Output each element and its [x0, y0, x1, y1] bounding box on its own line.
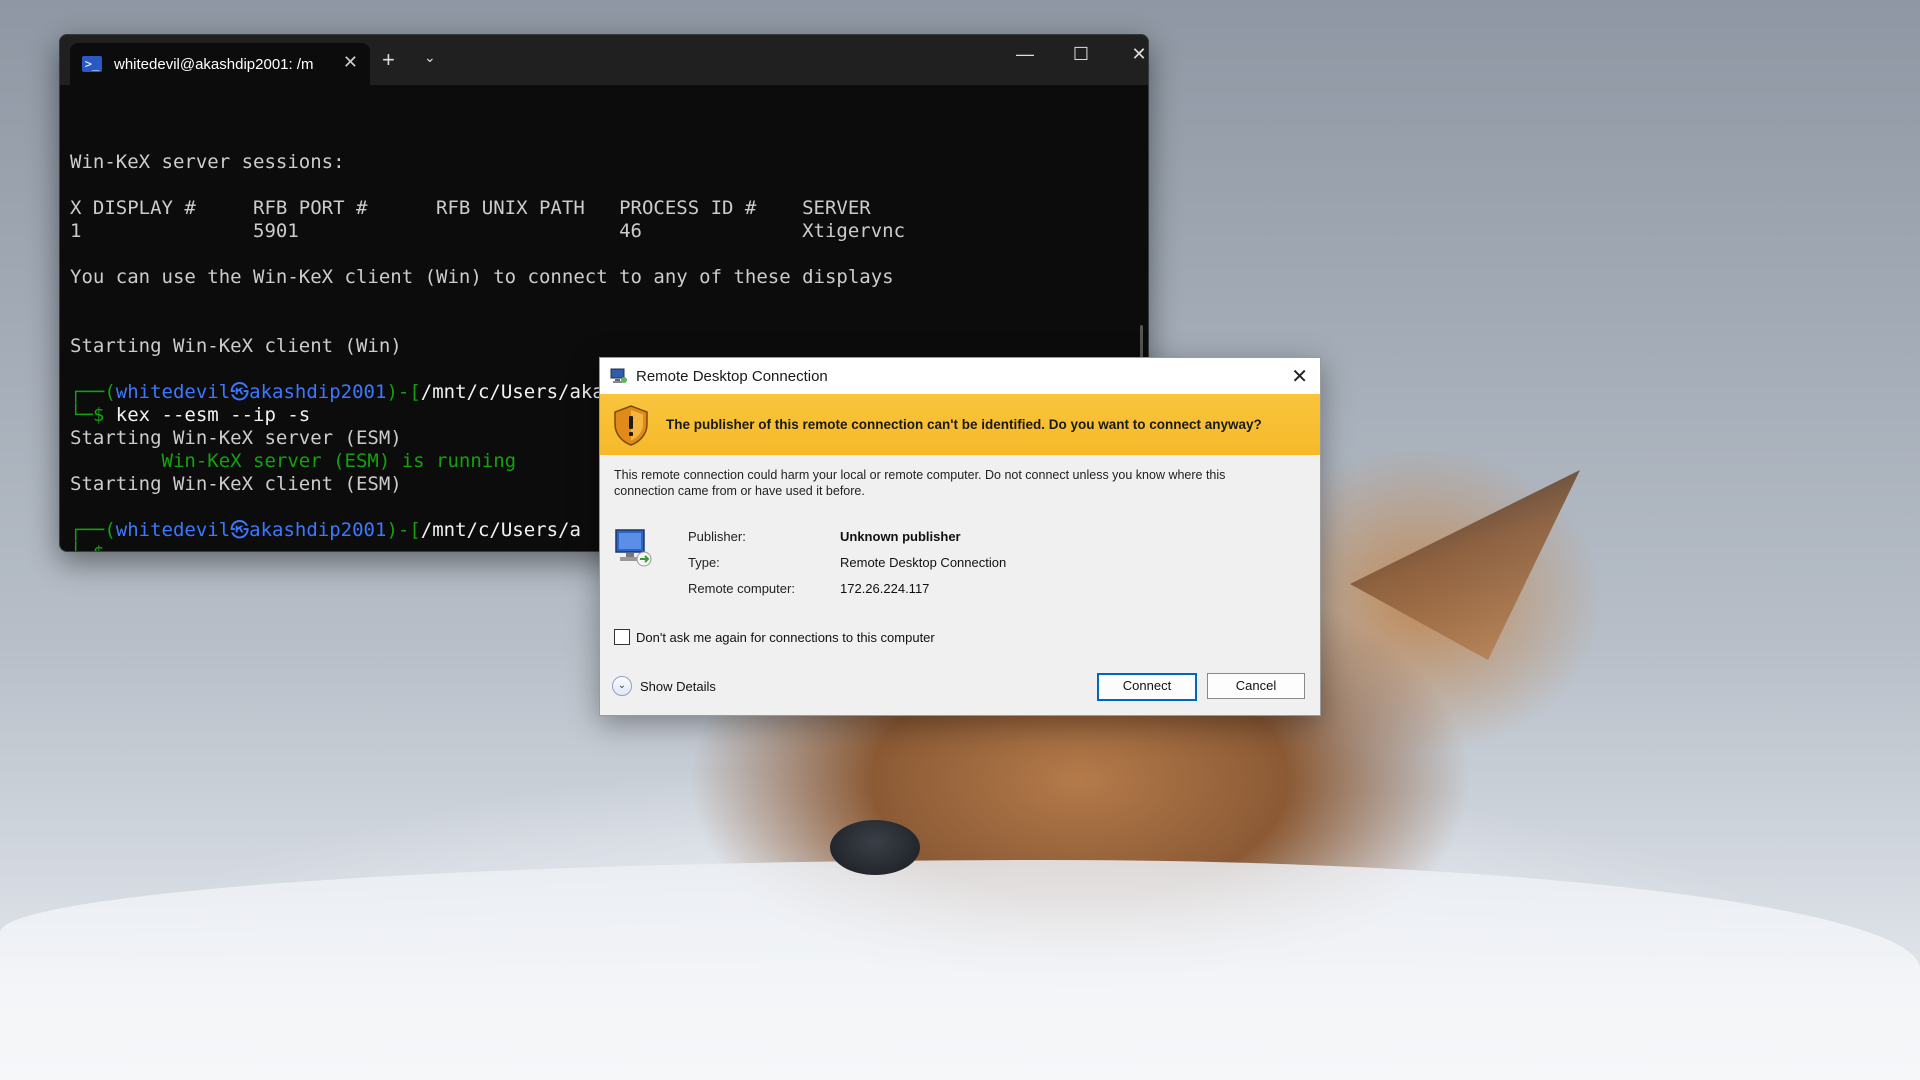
rdp-app-icon	[610, 368, 627, 383]
close-icon[interactable]: ✕	[1116, 44, 1148, 65]
cancel-button[interactable]: Cancel	[1207, 673, 1305, 699]
close-icon[interactable]: ✕	[1291, 364, 1308, 389]
rdp-dialog: Remote Desktop Connection ✕ The publishe…	[599, 357, 1321, 716]
dont-ask-again-row[interactable]: Don't ask me again for connections to th…	[614, 629, 935, 645]
terminal-line: Starting Win-KeX server (ESM)	[70, 427, 402, 449]
prompt-path: /mnt/c/Users/a	[420, 519, 581, 541]
terminal-titlebar[interactable]: >_ whitedevil@akashdip2001: /m ✕ + ⌄ — ☐…	[60, 35, 1148, 85]
prompt-sep: )-[	[386, 519, 421, 541]
wallpaper-snow	[0, 860, 1920, 1080]
connect-button[interactable]: Connect	[1097, 673, 1197, 701]
show-details-label[interactable]: Show Details	[640, 679, 716, 694]
dont-ask-again-checkbox[interactable]	[614, 629, 630, 645]
plus-icon[interactable]: +	[382, 47, 395, 73]
publisher-value: Unknown publisher	[840, 529, 961, 544]
remote-computer-value: 172.26.224.117	[840, 581, 930, 596]
warning-text: The publisher of this remote connection …	[666, 417, 1262, 432]
prompt-sep: )-[	[386, 381, 421, 403]
remote-computer-label: Remote computer:	[688, 581, 795, 596]
terminal-tab[interactable]: >_ whitedevil@akashdip2001: /m ✕	[70, 43, 370, 85]
prompt-user: whitedevil㉿akashdip2001	[115, 519, 387, 541]
minimize-icon[interactable]: —	[1002, 44, 1048, 65]
command-text: kex --esm --ip -s	[104, 404, 311, 426]
shield-warning-icon	[614, 404, 648, 446]
computer-icon	[615, 529, 652, 567]
terminal-prompt: ┌──(whitedevil㉿akashdip2001)-[/mnt/c/Use…	[70, 519, 581, 542]
dialog-titlebar[interactable]: Remote Desktop Connection ✕	[600, 358, 1320, 394]
warning-description: This remote connection could harm your l…	[614, 468, 1226, 498]
tab-title: whitedevil@akashdip2001: /m	[114, 55, 314, 73]
publisher-label: Publisher:	[688, 529, 746, 544]
terminal-line: 1 5901 46 Xtigervnc	[70, 220, 906, 242]
terminal-line: Win-KeX server sessions:	[70, 151, 345, 173]
warning-banner: The publisher of this remote connection …	[600, 394, 1320, 455]
terminal-prompt: ┌──(whitedevil㉿akashdip2001)-[/mnt/c/Use…	[70, 381, 638, 404]
maximize-icon[interactable]: ☐	[1058, 44, 1104, 65]
powershell-icon: >_	[82, 56, 102, 72]
prompt-dollar: └─$	[70, 404, 105, 426]
terminal-line: You can use the Win-KeX client (Win) to …	[70, 266, 894, 288]
prompt-open: ┌──(	[70, 519, 116, 541]
show-details-toggle[interactable]: ⌄ Show Details	[612, 676, 716, 696]
type-label: Type:	[688, 555, 720, 570]
prompt-dollar: └─$	[70, 542, 104, 551]
expand-icon[interactable]: ⌄	[612, 676, 632, 696]
chevron-down-icon[interactable]: ⌄	[424, 49, 436, 66]
prompt-path: /mnt/c/Users/akash	[420, 381, 627, 403]
dont-ask-again-label[interactable]: Don't ask me again for connections to th…	[636, 630, 935, 645]
terminal-line: Win-KeX server (ESM) is running	[70, 450, 517, 472]
prompt-user: whitedevil㉿akashdip2001	[115, 381, 387, 403]
wallpaper-fox-nose	[830, 820, 920, 875]
terminal-line: X DISPLAY # RFB PORT # RFB UNIX PATH PRO…	[70, 197, 871, 219]
type-value: Remote Desktop Connection	[840, 555, 1007, 570]
dialog-title: Remote Desktop Connection	[636, 367, 828, 385]
prompt-open: ┌──(	[70, 381, 116, 403]
wallpaper-fox-ear	[1350, 470, 1580, 660]
close-icon[interactable]: ✕	[343, 52, 358, 73]
terminal-command: └─$ kex --esm --ip -s	[70, 404, 310, 427]
terminal-line: Starting Win-KeX client (ESM)	[70, 473, 402, 495]
terminal-line: Starting Win-KeX client (Win)	[70, 335, 402, 357]
